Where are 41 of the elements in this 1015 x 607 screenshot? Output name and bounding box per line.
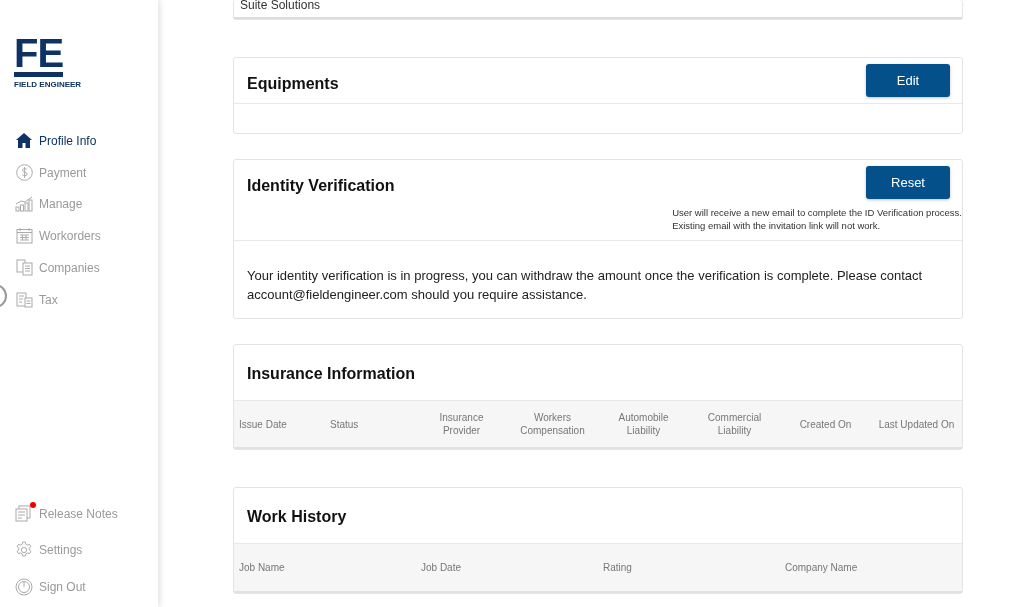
- calendar-icon: [15, 227, 33, 244]
- release-notes-icon: [15, 505, 33, 522]
- section-action-button[interactable]: Reset: [866, 166, 950, 199]
- power-icon: [15, 578, 33, 596]
- tax-form-icon: [15, 291, 33, 308]
- verification-message: Your identity verification is in progress, you can withdraw the amount once the verification is complete. Please contact account@fieldengineer.com should you require assistance.: [246, 267, 924, 304]
- nav-item[interactable]: Settings: [0, 538, 98, 562]
- section-title: Identity Verification: [247, 177, 395, 195]
- column-header: Commercial Liability: [706, 411, 763, 437]
- settings-icon: [15, 541, 33, 559]
- company-name: Suite Solutions: [234, 0, 962, 19]
- section-action-button[interactable]: Edit: [866, 64, 950, 97]
- column-header: Created On: [798, 417, 853, 431]
- nav-item[interactable]: Manage: [0, 193, 98, 215]
- column-header: Rating: [602, 561, 633, 574]
- column-header: Last Updated On: [877, 417, 956, 431]
- bar-chart-icon: [15, 196, 33, 212]
- documents-icon: [15, 259, 33, 276]
- reset-note: User will receive a new email to complete the ID Verification process. Existing email with the invitation link will not work.: [672, 206, 962, 232]
- home-icon: [15, 132, 33, 149]
- column-header: Job Name: [238, 561, 286, 574]
- column-header: Automobile Liability: [617, 411, 670, 437]
- nav-item[interactable]: Sign Out: [0, 575, 101, 599]
- column-header: Issue Date: [238, 417, 288, 431]
- column-header: Status: [329, 417, 360, 431]
- nav-item[interactable]: Workorders: [0, 224, 116, 247]
- dollar-circle-icon: [15, 164, 33, 181]
- column-header: Company Name: [784, 561, 859, 574]
- nav-item[interactable]: Release Notes: [0, 502, 133, 525]
- column-header: Workers Compensation: [519, 411, 586, 437]
- section-title: Insurance Information: [247, 365, 416, 383]
- nav-item[interactable]: Payment: [0, 161, 102, 184]
- nav-item[interactable]: Companies: [0, 256, 115, 279]
- nav-item[interactable]: Tax: [0, 288, 73, 311]
- section-title: Work History: [247, 508, 347, 526]
- section-title: Equipments: [247, 75, 339, 93]
- nav-item[interactable]: Profile Info: [0, 129, 112, 152]
- column-header: Insurance Provider: [438, 411, 485, 437]
- logo-name: FIELD ENGINEER: [14, 80, 82, 89]
- column-header: Job Date: [420, 561, 463, 574]
- logo-mark: FE: [14, 36, 64, 77]
